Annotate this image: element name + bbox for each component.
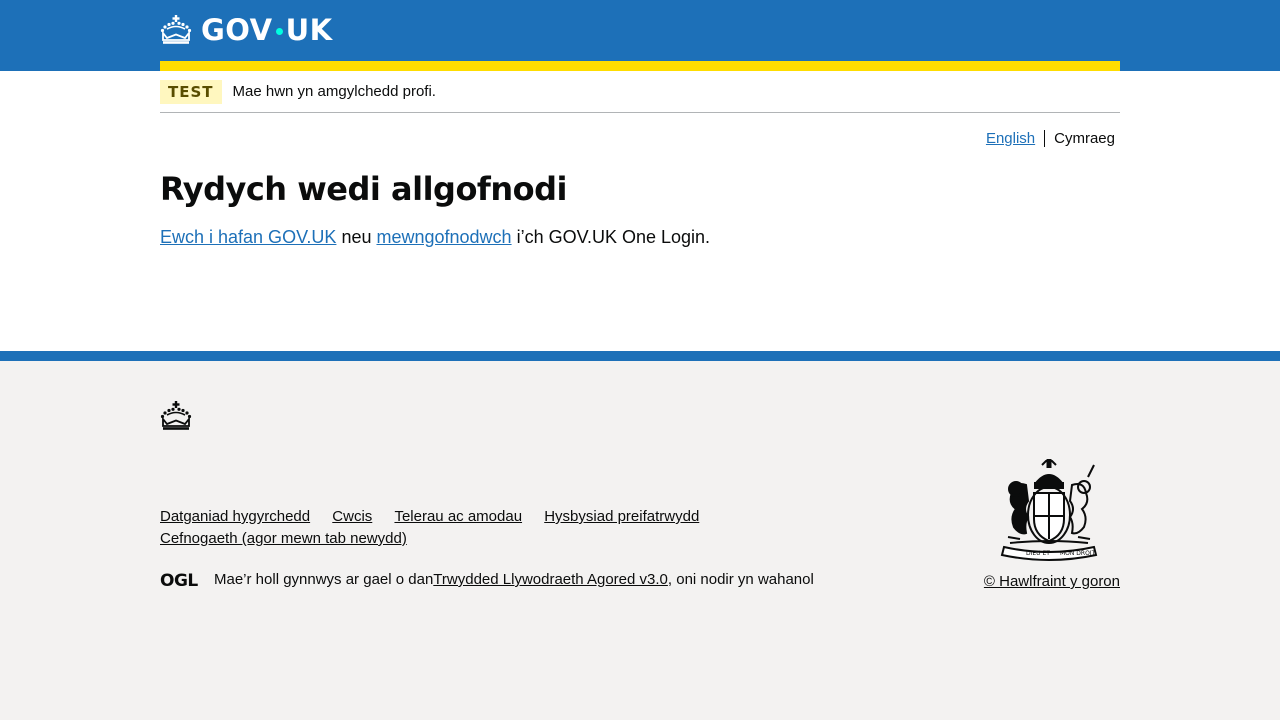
signed-out-message: Ewch i hafan GOV.UK neu mewngofnodwch i’… — [160, 225, 710, 250]
ogl-logo-icon: OGL — [160, 571, 199, 588]
crown-icon — [160, 15, 192, 44]
page-title: Rydych wedi allgofnodi — [160, 170, 567, 208]
footer-link-privacy[interactable]: Hysbysiad preifatrwydd — [544, 507, 699, 527]
licence-statement: OGL Mae’r holl gynnwys ar gael o dan Trw… — [160, 571, 814, 588]
phase-tag: TEST — [160, 79, 222, 104]
footer-link-support[interactable]: Cefnogaeth (agor mewn tab newydd) — [160, 529, 407, 549]
copyright: © Hawlfraint y goron — [984, 573, 1120, 590]
royal-coat-of-arms-icon: DIEU ET MON DROIT — [1000, 459, 1098, 561]
site-footer: Datganiad hygyrchedd Cwcis Telerau ac am… — [0, 351, 1280, 720]
site-header: GOV UK — [0, 0, 1280, 71]
language-divider — [1044, 130, 1046, 147]
footer-crown-icon — [160, 401, 192, 430]
language-cymraeg-current: Cymraeg — [1054, 130, 1115, 147]
main-page: TEST Mae hwn yn amgylchedd profi. Englis… — [0, 71, 1280, 351]
crown-copyright-link[interactable]: © Hawlfraint y goron — [984, 573, 1120, 590]
logo-dot — [275, 27, 283, 35]
footer-link-terms[interactable]: Telerau ac amodau — [394, 507, 522, 527]
message-suffix: i’ch GOV.UK One Login. — [511, 227, 711, 247]
footer-link-cookies[interactable]: Cwcis — [332, 507, 372, 527]
licence-prefix: Mae’r holl gynnwys ar gael o dan — [214, 571, 434, 588]
header-yellow-stripe — [160, 61, 1120, 71]
footer-link-accessibility[interactable]: Datganiad hygyrchedd — [160, 507, 310, 527]
svg-text:DIEU ET: DIEU ET — [1026, 550, 1050, 557]
ogl-logo-text: OGL — [160, 571, 198, 588]
language-toggle: English Cymraeg — [986, 130, 1115, 147]
govuk-home-link[interactable]: Ewch i hafan GOV.UK — [160, 227, 336, 247]
govuk-logo-link[interactable]: GOV UK — [160, 12, 333, 48]
govuk-logo-text: GOV UK — [201, 12, 333, 48]
phase-banner: TEST Mae hwn yn amgylchedd profi. — [160, 71, 1120, 113]
footer-links: Datganiad hygyrchedd Cwcis Telerau ac am… — [160, 507, 760, 551]
phase-banner-text: Mae hwn yn amgylchedd profi. — [232, 83, 436, 100]
word-or: neu — [336, 227, 377, 247]
sign-in-link[interactable]: mewngofnodwch — [376, 227, 511, 247]
language-english-link[interactable]: English — [986, 130, 1035, 147]
licence-suffix: , oni nodir yn wahanol — [667, 571, 814, 588]
logo-text-uk: UK — [285, 13, 333, 47]
licence-link[interactable]: Trwydded Llywodraeth Agored v3.0 — [433, 571, 668, 588]
logo-text-gov: GOV — [201, 13, 273, 47]
svg-text:MON DROIT: MON DROIT — [1060, 550, 1096, 557]
